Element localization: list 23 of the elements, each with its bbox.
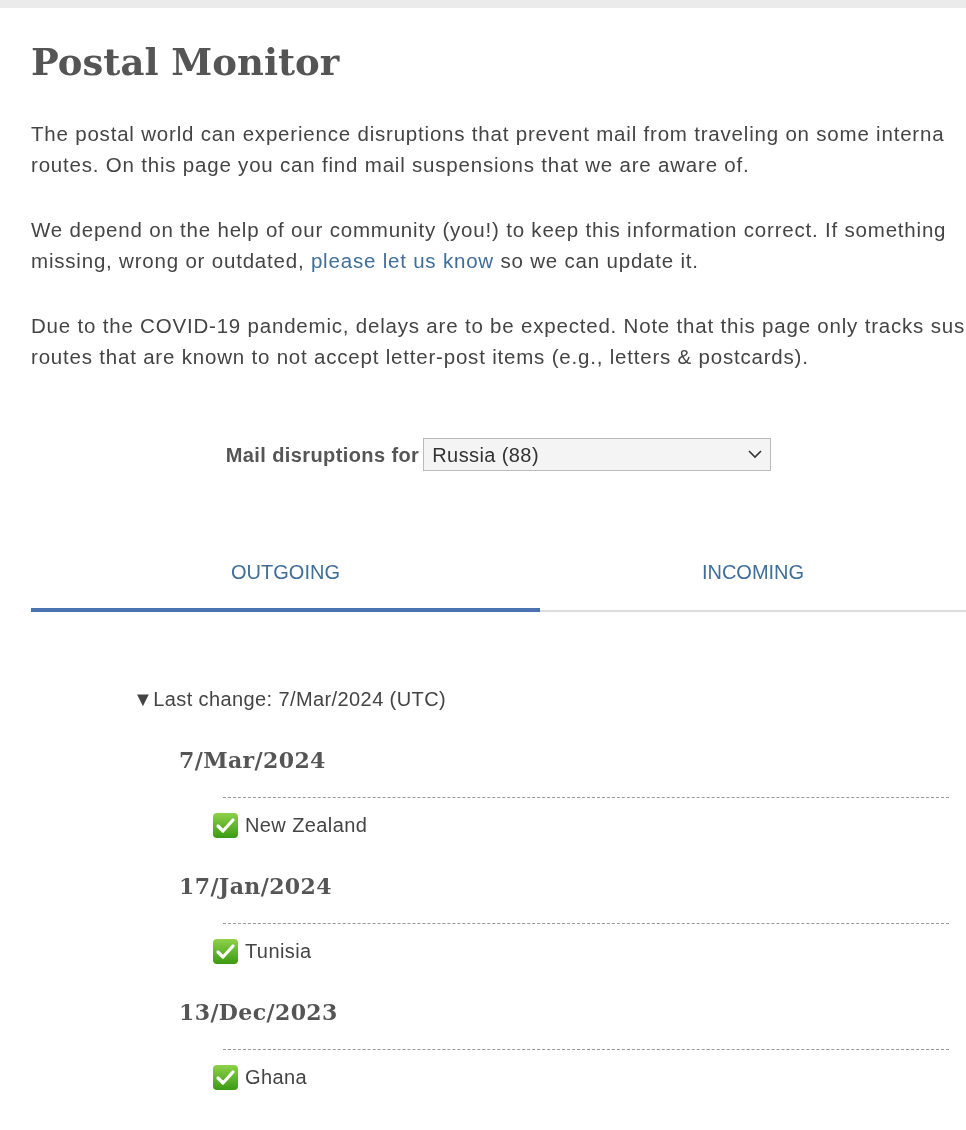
page-title: Postal Monitor [31, 40, 341, 85]
country-select[interactable]: Russia (88) [423, 438, 772, 472]
check-icon [212, 937, 239, 965]
country-name: New Zealand [245, 813, 368, 839]
disclosure-summary[interactable]: ▼Last change: 7/Mar/2024 (UTC) [133, 684, 966, 715]
date-heading: 13/Dec/2023 [179, 998, 339, 1028]
check-icon [212, 811, 239, 839]
country-name: Ghana [245, 1065, 308, 1091]
caret-icon [748, 450, 763, 460]
text-line: routes. On this page you can find mail suspensions that we are aware of. [31, 152, 751, 179]
link[interactable]: please let us know [310, 249, 494, 273]
field-label: Mail disruptions for [225, 442, 420, 468]
date-heading: 7/Mar/2024 [179, 746, 327, 776]
text-line: We depend on the help of our community (you!) to keep this information correct. If something [31, 217, 948, 244]
text-line: The postal world can experience disruptions that prevent mail from traveling on some interna [31, 121, 946, 148]
tab[interactable]: INCOMING [540, 543, 966, 613]
text-line: missing, wrong or outdated, please let us know so we can update it. [31, 248, 700, 275]
tab[interactable]: OUTGOING [31, 543, 540, 613]
country-name: Tunisia [245, 939, 312, 965]
text-line: Due to the COVID-19 pandemic, delays are to be expected. Note that this page only tracks sus [31, 313, 966, 340]
check-icon [212, 1063, 239, 1091]
date-heading: 17/Jan/2024 [179, 872, 333, 902]
text-line: routes that are known to not accept letter-post items (e.g., letters & postcards). [31, 344, 810, 371]
